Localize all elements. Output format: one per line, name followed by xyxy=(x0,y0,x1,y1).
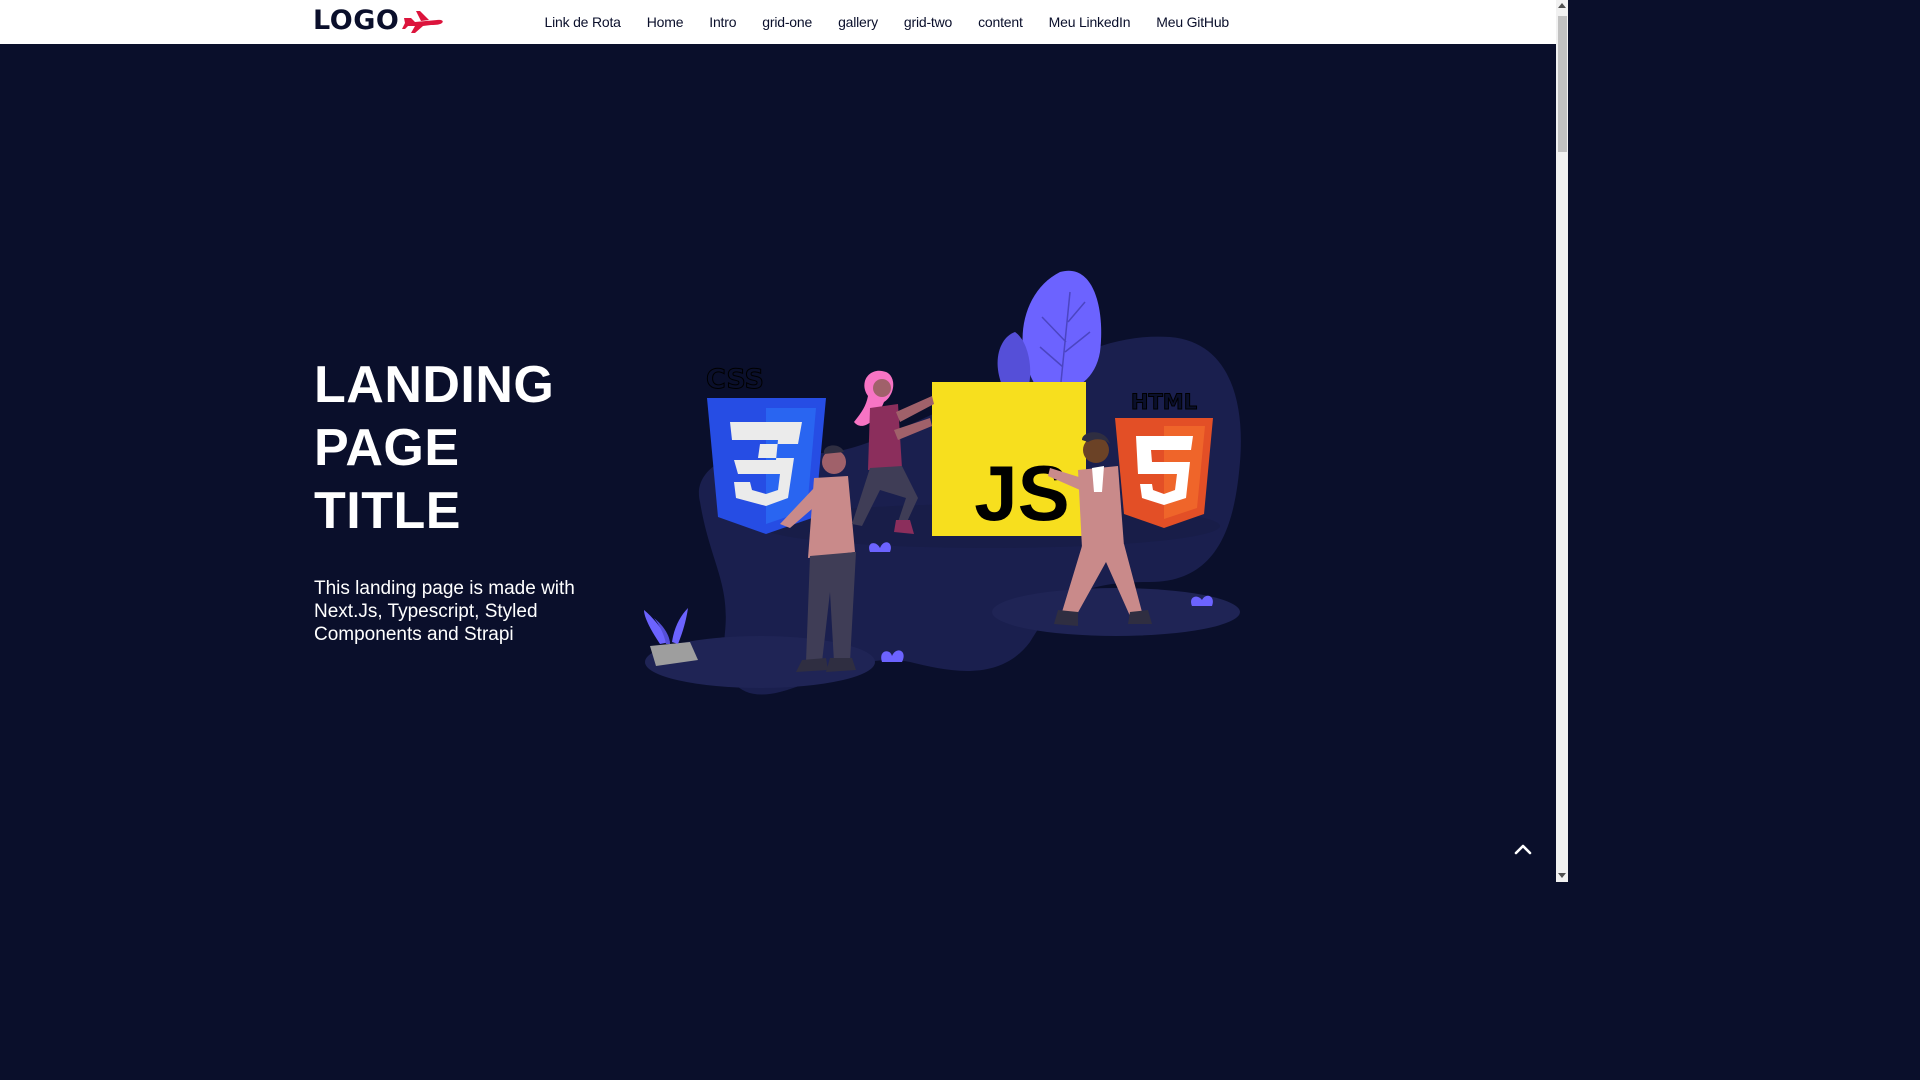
logo-link[interactable]: LOGO xyxy=(313,4,445,38)
nav-link-gallery[interactable]: gallery xyxy=(838,14,878,30)
logo-text: LOGO xyxy=(313,5,400,36)
chevron-up-icon xyxy=(1514,844,1532,855)
nav-link-rota[interactable]: Link de Rota xyxy=(545,14,621,30)
html5-numeral xyxy=(1136,436,1193,505)
nav-link-intro[interactable]: Intro xyxy=(709,14,736,30)
hero-text-block: LANDING PAGE TITLE This landing page is … xyxy=(314,354,624,646)
hero-description: This landing page is made with Next.Js, … xyxy=(314,578,575,645)
nav-link-home[interactable]: Home xyxy=(647,14,684,30)
nav-link-github[interactable]: Meu GitHub xyxy=(1156,14,1229,30)
css-logo-label: CSS xyxy=(706,364,764,395)
hero-title-line: PAGE xyxy=(314,419,460,477)
nav-link-grid-two[interactable]: grid-two xyxy=(904,14,952,30)
nav-link-content[interactable]: content xyxy=(978,14,1023,30)
nav-link-linkedin[interactable]: Meu LinkedIn xyxy=(1049,14,1131,30)
hero-title-line: TITLE xyxy=(314,482,461,540)
hero-title: LANDING PAGE TITLE xyxy=(314,354,624,543)
back-to-top-button[interactable] xyxy=(1508,834,1538,864)
main-nav: Link de Rota Home Intro grid-one gallery… xyxy=(519,0,1230,44)
top-navigation-bar: LOGO Link de Rota Home Intro grid-one ga… xyxy=(0,0,1556,44)
nav-link-grid-one[interactable]: grid-one xyxy=(762,14,812,30)
html-logo-label: HTML xyxy=(1131,390,1197,414)
page-scrollbar[interactable] xyxy=(1556,0,1568,882)
scroll-up-arrow-icon[interactable] xyxy=(1558,3,1566,8)
ground-shadow xyxy=(992,588,1240,636)
scroll-down-arrow-icon[interactable] xyxy=(1558,873,1566,878)
hero-illustration: CSS JS HTML xyxy=(644,270,1241,695)
scrollbar-thumb[interactable] xyxy=(1558,16,1567,152)
airplane-icon xyxy=(402,11,444,33)
js-logo-label: JS xyxy=(974,449,1069,537)
hero-title-line: LANDING xyxy=(314,356,555,414)
